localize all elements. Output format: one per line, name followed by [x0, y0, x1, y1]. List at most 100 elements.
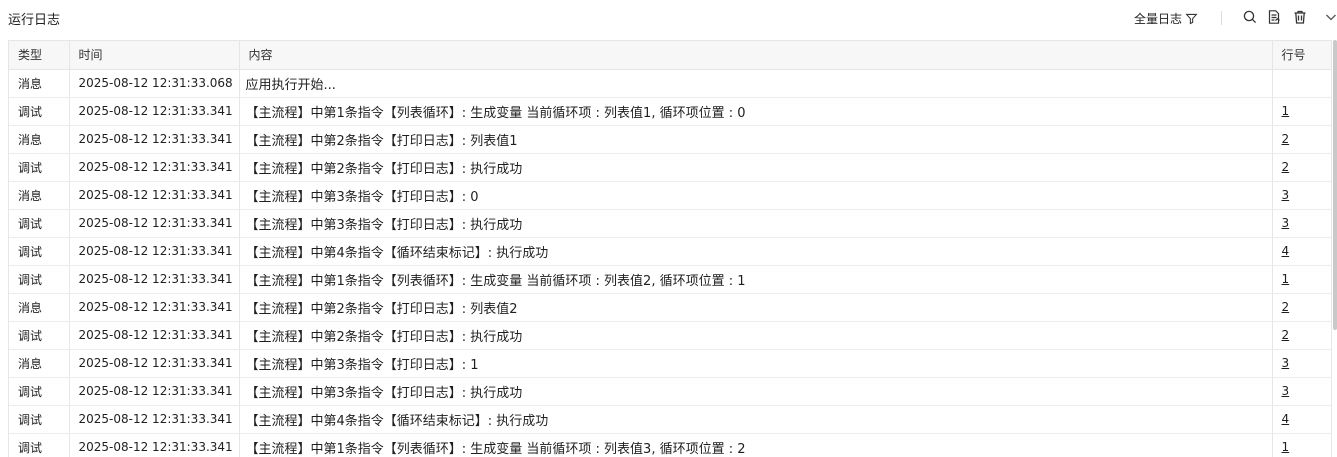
- log-content-cell: 【主流程】中第3条指令【打印日志】: 执行成功: [239, 377, 1273, 406]
- clear-log-button[interactable]: [1292, 9, 1308, 25]
- table-row[interactable]: 消息 2025-08-12 12:31:33.341 【主流程】中第3条指令【打印日…: [9, 181, 1331, 210]
- table-row[interactable]: 消息 2025-08-12 12:31:33.341 【主流程】中第2条指令【打印日…: [9, 293, 1331, 322]
- filter-icon: [1185, 13, 1198, 25]
- line-number-link[interactable]: 1: [1282, 272, 1290, 286]
- log-content-cell: 【主流程】中第1条指令【列表循环】: 生成变量 当前循环项 : 列表值1, 循环…: [239, 97, 1273, 126]
- column-header-time[interactable]: 时间: [69, 41, 240, 70]
- log-filter-button[interactable]: 全量日志: [1134, 10, 1198, 27]
- log-content-cell: 【主流程】中第3条指令【打印日志】: 1: [239, 349, 1273, 378]
- log-type-cell: 调试: [9, 433, 70, 457]
- collapse-panel-button[interactable]: [1323, 9, 1337, 25]
- log-content-cell: 【主流程】中第2条指令【打印日志】: 执行成功: [239, 321, 1273, 350]
- table-row[interactable]: 调试 2025-08-12 12:31:33.341 【主流程】中第1条指令【列表循…: [9, 97, 1331, 126]
- line-number-link[interactable]: 2: [1282, 160, 1290, 174]
- log-content-cell: 应用执行开始...: [239, 69, 1273, 98]
- log-line-cell: [1272, 69, 1331, 98]
- log-line-cell: 3: [1272, 377, 1331, 406]
- table-row[interactable]: 消息 2025-08-12 12:31:33.341 【主流程】中第3条指令【打印日…: [9, 349, 1331, 378]
- log-line-cell: 4: [1272, 237, 1331, 266]
- table-row[interactable]: 调试 2025-08-12 12:31:33.341 【主流程】中第2条指令【打印日…: [9, 321, 1331, 350]
- log-table: 类型 时间 内容 行号 消息 2025-08-12 12:31:33.068 应用执…: [9, 41, 1331, 457]
- line-number-link[interactable]: 2: [1282, 328, 1290, 342]
- line-number-link[interactable]: 3: [1282, 216, 1290, 230]
- log-type-cell: 调试: [9, 377, 70, 406]
- log-content-cell: 【主流程】中第2条指令【打印日志】: 执行成功: [239, 153, 1273, 182]
- line-number-link[interactable]: 4: [1282, 412, 1290, 426]
- log-type-cell: 消息: [9, 349, 70, 378]
- table-row[interactable]: 调试 2025-08-12 12:31:33.341 【主流程】中第2条指令【打印日…: [9, 153, 1331, 182]
- table-row[interactable]: 调试 2025-08-12 12:31:33.341 【主流程】中第1条指令【列表循…: [9, 265, 1331, 294]
- log-content-cell: 【主流程】中第1条指令【列表循环】: 生成变量 当前循环项 : 列表值2, 循环…: [239, 265, 1273, 294]
- log-table-container: 类型 时间 内容 行号 消息 2025-08-12 12:31:33.068 应用执…: [8, 40, 1332, 457]
- line-number-link[interactable]: 3: [1282, 188, 1290, 202]
- log-time-cell: 2025-08-12 12:31:33.068: [69, 69, 240, 98]
- log-line-cell: 3: [1272, 209, 1331, 238]
- log-content-cell: 【主流程】中第3条指令【打印日志】: 0: [239, 181, 1273, 210]
- export-log-button[interactable]: [1266, 9, 1282, 25]
- log-line-cell: 4: [1272, 405, 1331, 434]
- log-time-cell: 2025-08-12 12:31:33.341: [69, 265, 240, 294]
- log-line-cell: 2: [1272, 293, 1331, 322]
- trash-icon: [1294, 10, 1306, 24]
- log-type-cell: 消息: [9, 181, 70, 210]
- log-content-cell: 【主流程】中第1条指令【列表循环】: 生成变量 当前循环项 : 列表值3, 循环…: [239, 433, 1273, 457]
- line-number-link[interactable]: 2: [1282, 132, 1290, 146]
- log-line-cell: 1: [1272, 433, 1331, 457]
- table-row[interactable]: 调试 2025-08-12 12:31:33.341 【主流程】中第4条指令【循环结…: [9, 237, 1331, 266]
- log-time-cell: 2025-08-12 12:31:33.341: [69, 433, 240, 457]
- log-type-cell: 调试: [9, 209, 70, 238]
- log-line-cell: 2: [1272, 321, 1331, 350]
- chevron-down-icon: [1326, 14, 1336, 21]
- log-type-cell: 调试: [9, 265, 70, 294]
- log-time-cell: 2025-08-12 12:31:33.341: [69, 405, 240, 434]
- line-number-link[interactable]: 1: [1282, 440, 1290, 454]
- log-type-cell: 调试: [9, 405, 70, 434]
- export-icon: [1268, 10, 1280, 24]
- log-content-cell: 【主流程】中第2条指令【打印日志】: 列表值1: [239, 125, 1273, 154]
- log-time-cell: 2025-08-12 12:31:33.341: [69, 321, 240, 350]
- table-row[interactable]: 调试 2025-08-12 12:31:33.341 【主流程】中第3条指令【打印日…: [9, 209, 1331, 238]
- log-line-cell: 2: [1272, 153, 1331, 182]
- column-header-type[interactable]: 类型: [9, 41, 70, 70]
- log-content-cell: 【主流程】中第2条指令【打印日志】: 列表值2: [239, 293, 1273, 322]
- log-time-cell: 2025-08-12 12:31:33.341: [69, 153, 240, 182]
- log-time-cell: 2025-08-12 12:31:33.341: [69, 349, 240, 378]
- column-header-content[interactable]: 内容: [239, 41, 1273, 70]
- log-line-cell: 2: [1272, 125, 1331, 154]
- line-number-link[interactable]: 1: [1282, 104, 1290, 118]
- log-time-cell: 2025-08-12 12:31:33.341: [69, 97, 240, 126]
- table-header-row: 类型 时间 内容 行号: [9, 41, 1331, 70]
- line-number-link[interactable]: 3: [1282, 384, 1290, 398]
- log-time-cell: 2025-08-12 12:31:33.341: [69, 181, 240, 210]
- table-row[interactable]: 消息 2025-08-12 12:31:33.068 应用执行开始...: [9, 69, 1331, 98]
- log-type-cell: 调试: [9, 321, 70, 350]
- log-type-cell: 调试: [9, 237, 70, 266]
- log-type-cell: 调试: [9, 153, 70, 182]
- log-content-cell: 【主流程】中第4条指令【循环结束标记】: 执行成功: [239, 405, 1273, 434]
- log-time-cell: 2025-08-12 12:31:33.341: [69, 293, 240, 322]
- search-icon: [1243, 10, 1257, 24]
- vertical-scrollbar[interactable]: [1333, 40, 1337, 330]
- log-content-cell: 【主流程】中第3条指令【打印日志】: 执行成功: [239, 209, 1273, 238]
- log-line-cell: 3: [1272, 349, 1331, 378]
- log-panel-header: 运行日志 全量日志: [0, 0, 1337, 36]
- table-row[interactable]: 消息 2025-08-12 12:31:33.341 【主流程】中第2条指令【打印日…: [9, 125, 1331, 154]
- log-line-cell: 1: [1272, 265, 1331, 294]
- line-number-link[interactable]: 4: [1282, 244, 1290, 258]
- log-type-cell: 消息: [9, 69, 70, 98]
- log-line-cell: 3: [1272, 181, 1331, 210]
- search-button[interactable]: [1242, 9, 1258, 25]
- log-time-cell: 2025-08-12 12:31:33.341: [69, 209, 240, 238]
- log-time-cell: 2025-08-12 12:31:33.341: [69, 125, 240, 154]
- log-time-cell: 2025-08-12 12:31:33.341: [69, 237, 240, 266]
- column-header-line[interactable]: 行号: [1272, 41, 1331, 70]
- filter-label: 全量日志: [1134, 12, 1183, 26]
- line-number-link[interactable]: 3: [1282, 356, 1290, 370]
- table-row[interactable]: 调试 2025-08-12 12:31:33.341 【主流程】中第1条指令【列表循…: [9, 433, 1331, 457]
- table-row[interactable]: 调试 2025-08-12 12:31:33.341 【主流程】中第3条指令【打印日…: [9, 377, 1331, 406]
- log-table-body: 消息 2025-08-12 12:31:33.068 应用执行开始... 调试 2025…: [9, 69, 1331, 457]
- toolbar-divider: [1221, 11, 1222, 25]
- table-row[interactable]: 调试 2025-08-12 12:31:33.341 【主流程】中第4条指令【循环结…: [9, 405, 1331, 434]
- line-number-link[interactable]: 2: [1282, 300, 1290, 314]
- log-type-cell: 调试: [9, 97, 70, 126]
